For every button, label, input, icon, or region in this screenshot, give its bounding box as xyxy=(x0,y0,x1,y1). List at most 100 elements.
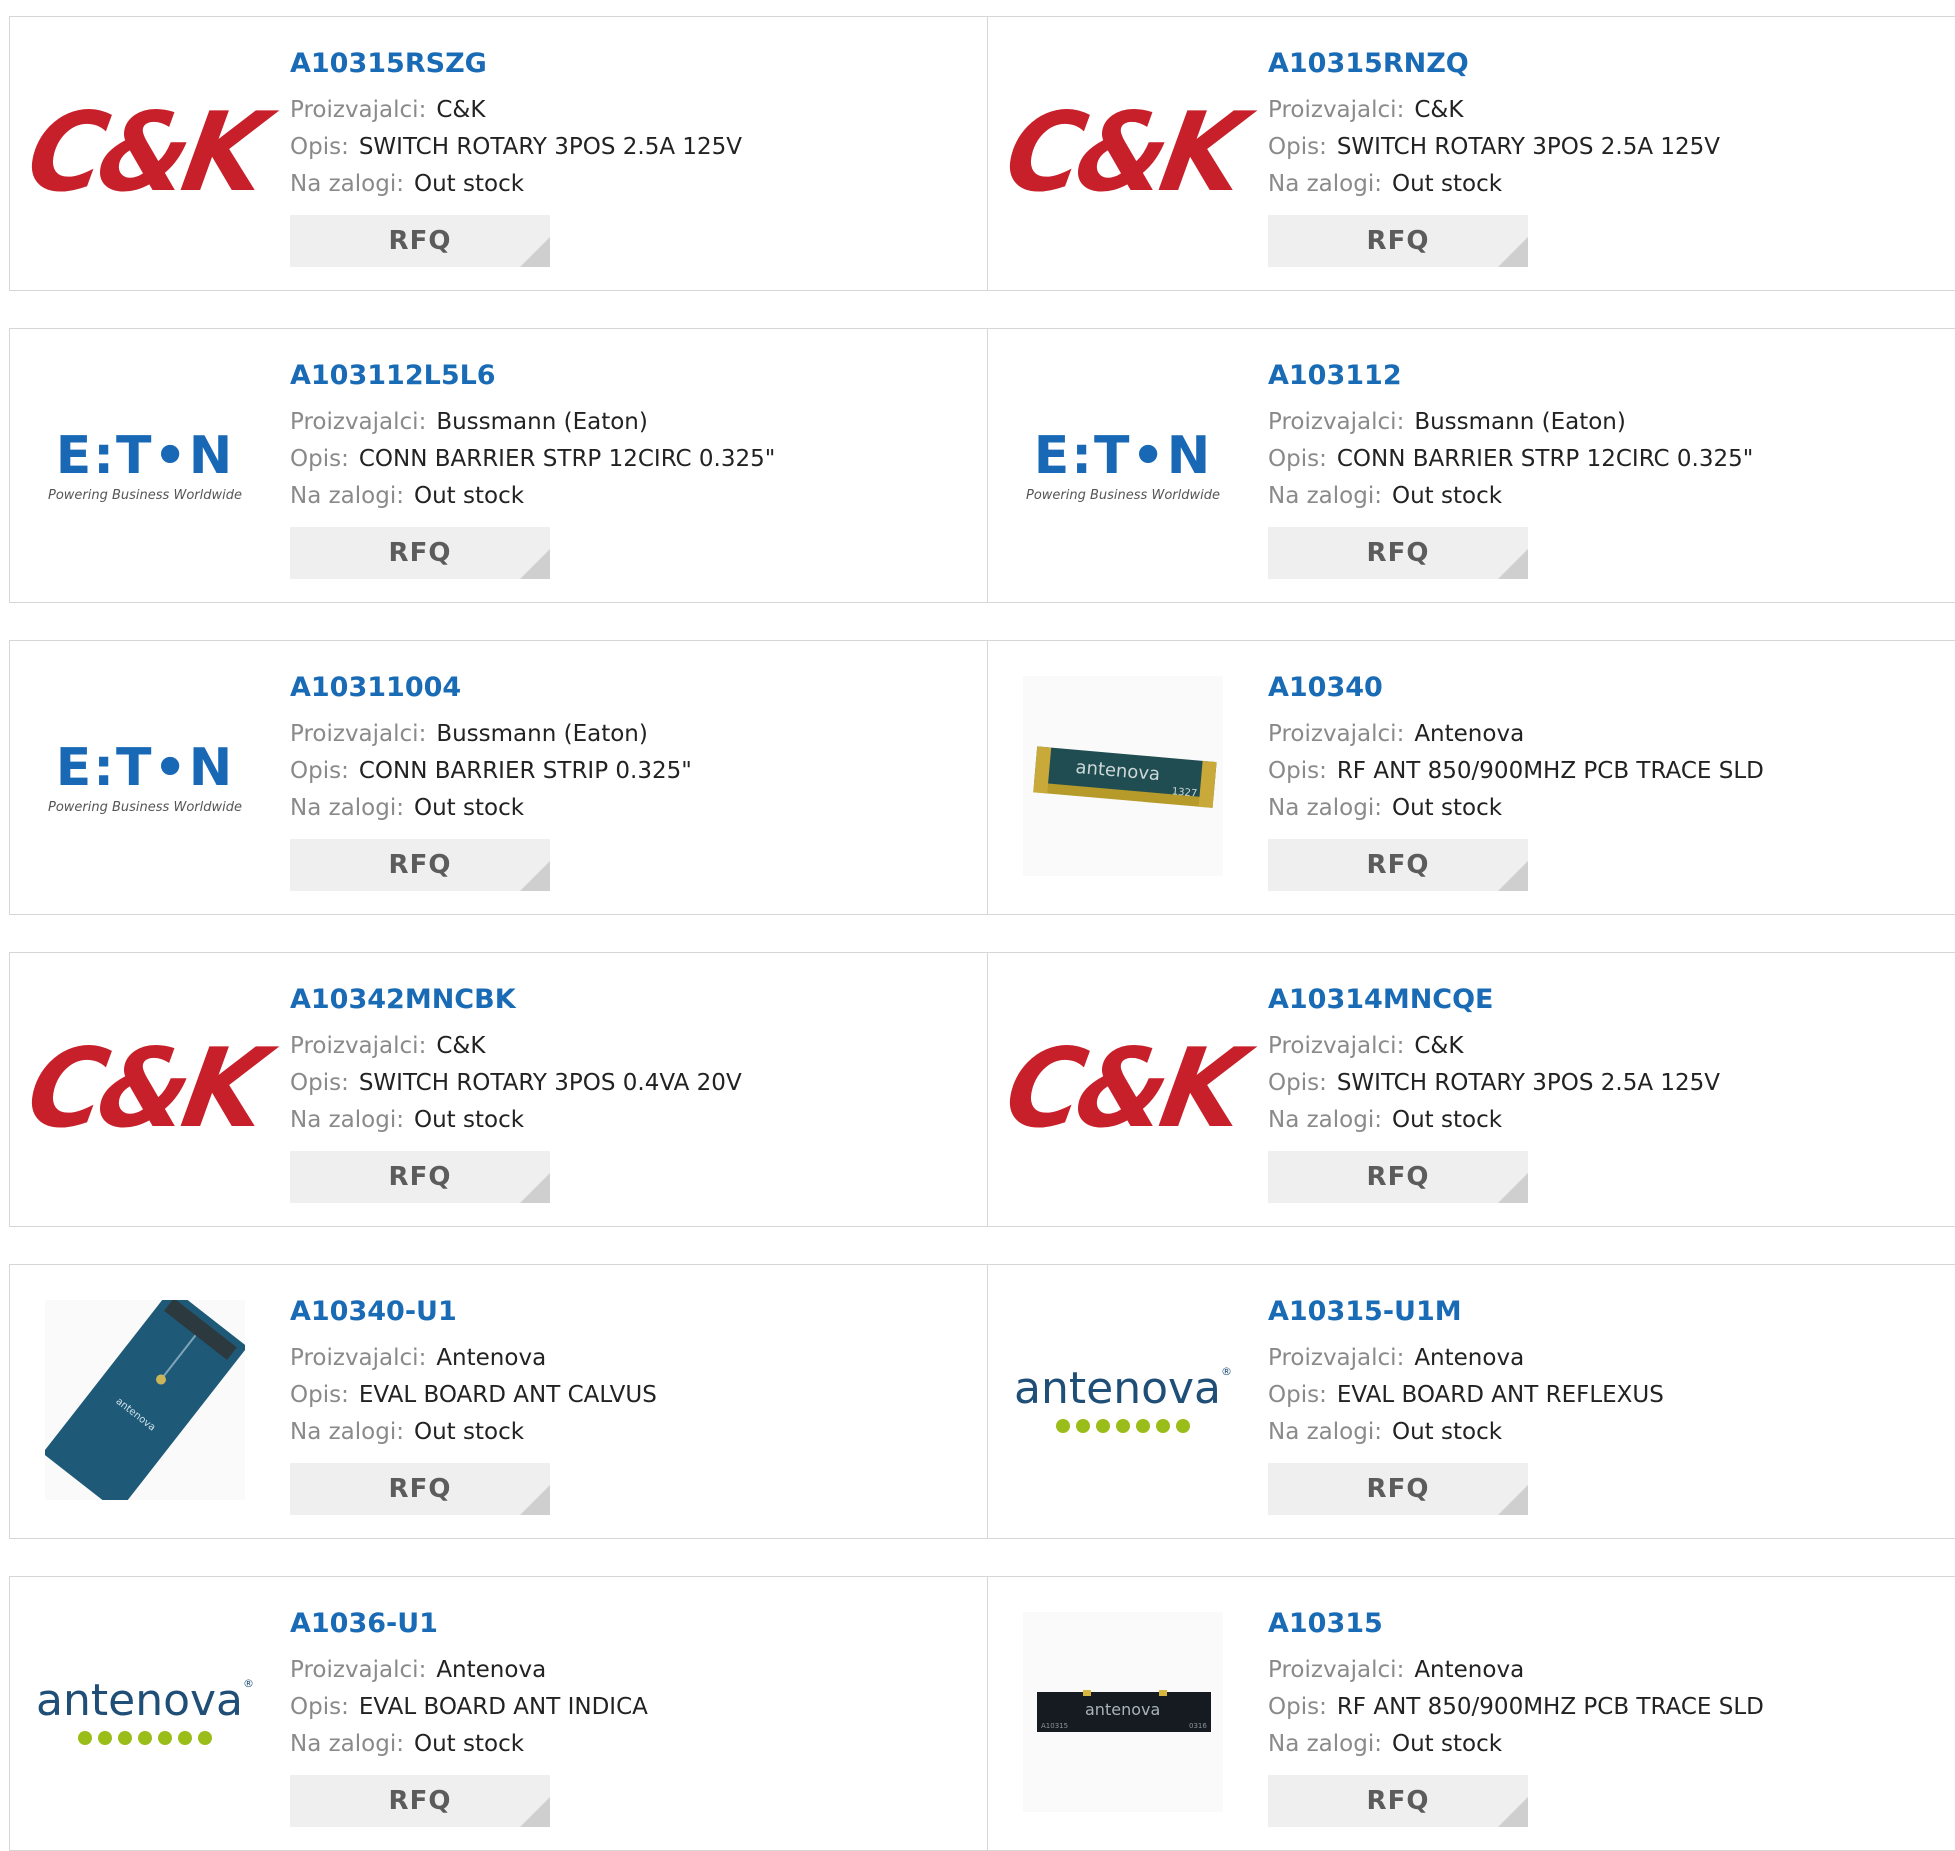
corner-triangle-icon xyxy=(1498,1797,1528,1827)
stock-value: Out stock xyxy=(413,483,525,509)
rfq-button[interactable]: RFQ xyxy=(290,527,550,579)
part-number-link[interactable]: A10311004 xyxy=(290,670,950,706)
rfq-label: RFQ xyxy=(1366,538,1430,568)
product-card: antenova 1327 A10340 Proizvajalci: Antenova O… xyxy=(987,640,1955,915)
svg-text:antenova: antenova xyxy=(1085,1700,1160,1719)
product-info: A10315-U1M Proizvajalci: Antenova Opis: EVAL… xyxy=(1268,1294,1928,1515)
manufacturer-value: Bussmann (Eaton) xyxy=(436,409,648,435)
manufacturer-logo[interactable]: E:T•N Powering Business Worldwide xyxy=(40,359,250,569)
description-row: Opis: CONN BARRIER STRIP 0.325" xyxy=(290,753,950,790)
manufacturer-label: Proizvajalci: xyxy=(1268,409,1405,435)
ck-logo-icon: C&K xyxy=(996,87,1250,217)
manufacturer-value: Antenova xyxy=(1414,721,1525,747)
manufacturer-logo[interactable]: C&K xyxy=(19,983,271,1193)
product-card: C&K A10314MNCQE Proizvajalci: C&K Opis: SWITC… xyxy=(987,952,1955,1227)
corner-triangle-icon xyxy=(520,861,550,891)
manufacturer-label: Proizvajalci: xyxy=(290,97,427,123)
description-row: Opis: CONN BARRIER STRP 12CIRC 0.325" xyxy=(290,441,950,478)
description-label: Opis: xyxy=(1268,758,1327,784)
corner-triangle-icon xyxy=(520,1173,550,1203)
rfq-button[interactable]: RFQ xyxy=(290,215,550,267)
part-number-link[interactable]: A10342MNCBK xyxy=(290,982,950,1018)
stock-value: Out stock xyxy=(1391,1419,1503,1445)
part-number-link[interactable]: A1036-U1 xyxy=(290,1606,950,1642)
stock-row: Na zalogi: Out stock xyxy=(1268,790,1928,827)
rfq-button[interactable]: RFQ xyxy=(290,1775,550,1827)
stock-label: Na zalogi: xyxy=(290,483,404,509)
description-value: CONN BARRIER STRP 12CIRC 0.325" xyxy=(358,446,776,472)
rfq-button[interactable]: RFQ xyxy=(1268,1775,1528,1827)
manufacturer-logo[interactable]: antenova A10315 0316 xyxy=(1018,1607,1228,1817)
rfq-button[interactable]: RFQ xyxy=(1268,839,1528,891)
part-number-link[interactable]: A10315RNZQ xyxy=(1268,46,1928,82)
part-number-link[interactable]: A10340 xyxy=(1268,670,1928,706)
stock-row: Na zalogi: Out stock xyxy=(1268,166,1928,203)
corner-triangle-icon xyxy=(520,1485,550,1515)
manufacturer-logo[interactable]: antenova xyxy=(40,1295,250,1505)
product-info: A10315 Proizvajalci: Antenova Opis: RF ANT 8… xyxy=(1268,1606,1928,1827)
manufacturer-logo[interactable]: C&K xyxy=(19,47,271,257)
description-row: Opis: EVAL BOARD ANT REFLEXUS xyxy=(1268,1377,1928,1414)
stock-label: Na zalogi: xyxy=(1268,171,1382,197)
stock-value: Out stock xyxy=(1391,795,1503,821)
product-info: A103112L5L6 Proizvajalci: Bussmann (Eaton)… xyxy=(290,358,950,579)
manufacturer-logo[interactable]: antenova® xyxy=(36,1607,254,1817)
ck-logo-icon: C&K xyxy=(18,87,272,217)
manufacturer-label: Proizvajalci: xyxy=(290,409,427,435)
description-value: EVAL BOARD ANT REFLEXUS xyxy=(1336,1382,1664,1408)
antenova-logo-icon: antenova® xyxy=(36,1675,254,1749)
description-value: EVAL BOARD ANT CALVUS xyxy=(358,1382,657,1408)
manufacturer-label: Proizvajalci: xyxy=(290,1345,427,1371)
rfq-button[interactable]: RFQ xyxy=(290,1151,550,1203)
rfq-button[interactable]: RFQ xyxy=(1268,1463,1528,1515)
description-value: EVAL BOARD ANT INDICA xyxy=(358,1694,648,1720)
antenna-chip-black-image: antenova A10315 0316 xyxy=(1023,1612,1223,1812)
manufacturer-logo[interactable]: E:T•N Powering Business Worldwide xyxy=(40,671,250,881)
manufacturer-logo[interactable]: C&K xyxy=(997,47,1249,257)
manufacturer-label: Proizvajalci: xyxy=(290,1033,427,1059)
manufacturer-logo[interactable]: antenova 1327 xyxy=(1018,671,1228,881)
description-value: RF ANT 850/900MHZ PCB TRACE SLD xyxy=(1336,1694,1764,1720)
eaton-logo-icon: E:T•N Powering Business Worldwide xyxy=(1026,425,1220,503)
manufacturer-row: Proizvajalci: Bussmann (Eaton) xyxy=(290,404,950,441)
manufacturer-label: Proizvajalci: xyxy=(1268,1657,1405,1683)
manufacturer-label: Proizvajalci: xyxy=(1268,721,1405,747)
rfq-button[interactable]: RFQ xyxy=(290,1463,550,1515)
manufacturer-logo[interactable]: E:T•N Powering Business Worldwide xyxy=(1018,359,1228,569)
manufacturer-logo[interactable]: C&K xyxy=(997,983,1249,1193)
corner-triangle-icon xyxy=(1498,549,1528,579)
description-row: Opis: SWITCH ROTARY 3POS 2.5A 125V xyxy=(1268,1065,1928,1102)
stock-label: Na zalogi: xyxy=(1268,795,1382,821)
description-value: SWITCH ROTARY 3POS 2.5A 125V xyxy=(1336,1070,1721,1096)
part-number-link[interactable]: A103112 xyxy=(1268,358,1928,394)
manufacturer-value: C&K xyxy=(436,1033,486,1059)
manufacturer-label: Proizvajalci: xyxy=(1268,97,1405,123)
description-label: Opis: xyxy=(290,1382,349,1408)
stock-value: Out stock xyxy=(413,1731,525,1757)
part-number-link[interactable]: A103112L5L6 xyxy=(290,358,950,394)
rfq-button[interactable]: RFQ xyxy=(1268,1151,1528,1203)
product-card: E:T•N Powering Business Worldwide A103112 P… xyxy=(987,328,1955,603)
part-number-link[interactable]: A10314MNCQE xyxy=(1268,982,1928,1018)
part-number-link[interactable]: A10315 xyxy=(1268,1606,1928,1642)
part-number-link[interactable]: A10315-U1M xyxy=(1268,1294,1928,1330)
rfq-button[interactable]: RFQ xyxy=(290,839,550,891)
corner-triangle-icon xyxy=(1498,1173,1528,1203)
rfq-button[interactable]: RFQ xyxy=(1268,215,1528,267)
part-number-link[interactable]: A10340-U1 xyxy=(290,1294,950,1330)
manufacturer-logo[interactable]: antenova® xyxy=(1014,1295,1232,1505)
ck-logo-icon: C&K xyxy=(18,1023,272,1153)
product-info: A10315RNZQ Proizvajalci: C&K Opis: SWITCH RO… xyxy=(1268,46,1928,267)
stock-row: Na zalogi: Out stock xyxy=(290,1102,950,1139)
description-label: Opis: xyxy=(1268,1070,1327,1096)
part-number-link[interactable]: A10315RSZG xyxy=(290,46,950,82)
stock-row: Na zalogi: Out stock xyxy=(290,1414,950,1451)
rfq-label: RFQ xyxy=(1366,1474,1430,1504)
description-value: SWITCH ROTARY 3POS 2.5A 125V xyxy=(1336,134,1721,160)
stock-row: Na zalogi: Out stock xyxy=(290,166,950,203)
manufacturer-row: Proizvajalci: Antenova xyxy=(1268,1652,1928,1689)
rfq-label: RFQ xyxy=(388,1786,452,1816)
manufacturer-label: Proizvajalci: xyxy=(290,1657,427,1683)
rfq-button[interactable]: RFQ xyxy=(1268,527,1528,579)
manufacturer-row: Proizvajalci: C&K xyxy=(1268,1028,1928,1065)
